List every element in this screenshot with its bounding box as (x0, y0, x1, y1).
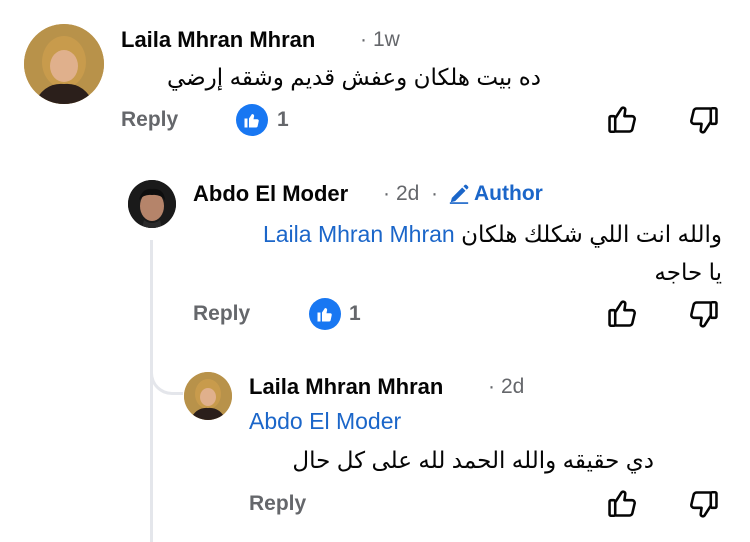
mention-link[interactable]: Laila Mhran Mhran (263, 221, 455, 247)
reply-button[interactable]: Reply (121, 108, 178, 132)
comment-text: دي حقيقه والله الحمد لله على كل حال (292, 447, 654, 473)
avatar[interactable] (24, 24, 104, 104)
thumbs-down-icon[interactable] (686, 488, 720, 527)
comment-time[interactable]: 2d (501, 375, 524, 399)
mention-link[interactable]: Abdo El Moder (249, 408, 401, 435)
separator: · (488, 375, 495, 398)
commenter-name[interactable]: Laila Mhran Mhran (249, 374, 443, 400)
author-label: Author (474, 182, 543, 205)
thumbs-up-icon[interactable] (606, 296, 640, 335)
author-badge: Author (448, 182, 543, 206)
commenter-name[interactable]: Laila Mhran Mhran (121, 27, 315, 53)
separator: · (383, 182, 390, 205)
like-badge-icon (309, 298, 341, 330)
comment-text: ده بيت هلكان وعفش قديم وشقه إرضي (166, 64, 541, 90)
comment-time[interactable]: 2d (396, 182, 419, 206)
reply-button[interactable]: Reply (193, 302, 250, 326)
avatar[interactable] (128, 180, 176, 228)
like-count: 1 (277, 108, 289, 131)
commenter-name[interactable]: Abdo El Moder (193, 181, 348, 207)
comment-text: والله انت اللي شكلك هلكان (461, 221, 722, 247)
thumbs-up-icon[interactable] (606, 102, 640, 141)
separator: · (360, 28, 367, 51)
like-badge-icon (236, 104, 268, 136)
separator: · (431, 182, 438, 205)
thread-line-main (150, 240, 153, 542)
avatar[interactable] (184, 372, 232, 420)
reply-button[interactable]: Reply (249, 492, 306, 516)
thumbs-up-icon[interactable] (606, 486, 640, 525)
like-count: 1 (349, 302, 361, 325)
thumbs-down-icon[interactable] (686, 104, 720, 143)
comment-time[interactable]: 1w (373, 28, 400, 52)
thumbs-down-icon[interactable] (686, 298, 720, 337)
comment-text-line: والله انت اللي شكلك هلكان Laila Mhran Mh… (263, 221, 722, 248)
pencil-icon (449, 184, 469, 204)
comment-text-line2: يا حاجه (654, 259, 722, 285)
thread-curve (150, 352, 183, 395)
